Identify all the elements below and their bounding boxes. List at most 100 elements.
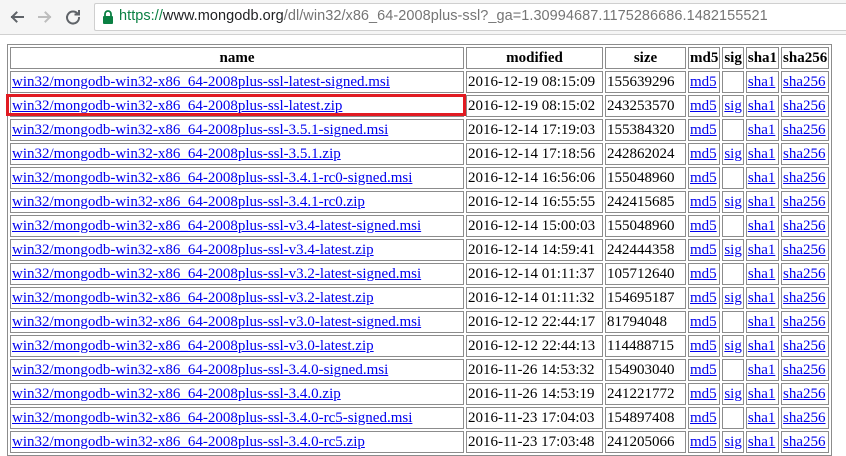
sha256-link[interactable]: sha256 xyxy=(783,434,826,450)
md5-cell: md5 xyxy=(688,95,721,117)
file-link[interactable]: win32/mongodb-win32-x86_64-2008plus-ssl-… xyxy=(12,74,390,90)
sig-link[interactable]: sig xyxy=(724,194,742,210)
md5-link[interactable]: md5 xyxy=(690,290,717,306)
name-cell: win32/mongodb-win32-x86_64-2008plus-ssl-… xyxy=(10,191,464,213)
sha256-link[interactable]: sha256 xyxy=(783,266,826,282)
md5-link[interactable]: md5 xyxy=(690,170,717,186)
sha256-link[interactable]: sha256 xyxy=(783,170,826,186)
sha1-link[interactable]: sha1 xyxy=(748,410,776,426)
sig-link[interactable]: sig xyxy=(724,242,742,258)
file-link[interactable]: win32/mongodb-win32-x86_64-2008plus-ssl-… xyxy=(12,362,388,378)
sha256-link[interactable]: sha256 xyxy=(783,242,826,258)
sha256-cell: sha256 xyxy=(781,239,830,261)
table-row: win32/mongodb-win32-x86_64-2008plus-ssl-… xyxy=(10,143,830,165)
sha256-link[interactable]: sha256 xyxy=(783,122,826,138)
sha256-link[interactable]: sha256 xyxy=(783,74,826,90)
name-cell: win32/mongodb-win32-x86_64-2008plus-ssl-… xyxy=(10,383,464,405)
sha256-link[interactable]: sha256 xyxy=(783,146,826,162)
sha256-cell: sha256 xyxy=(781,119,830,141)
size-cell: 242415685 xyxy=(605,191,686,213)
file-link[interactable]: win32/mongodb-win32-x86_64-2008plus-ssl-… xyxy=(12,290,374,306)
sha1-link[interactable]: sha1 xyxy=(748,242,776,258)
sha256-cell: sha256 xyxy=(781,407,830,429)
sha256-link[interactable]: sha256 xyxy=(783,386,826,402)
file-link[interactable]: win32/mongodb-win32-x86_64-2008plus-ssl-… xyxy=(12,434,365,450)
sha256-link[interactable]: sha256 xyxy=(783,410,826,426)
forward-button[interactable] xyxy=(34,6,56,28)
md5-link[interactable]: md5 xyxy=(690,314,717,330)
file-link[interactable]: win32/mongodb-win32-x86_64-2008plus-ssl-… xyxy=(12,170,412,186)
md5-link[interactable]: md5 xyxy=(690,98,717,114)
md5-link[interactable]: md5 xyxy=(690,218,717,234)
table-row: win32/mongodb-win32-x86_64-2008plus-ssl-… xyxy=(10,287,830,309)
md5-link[interactable]: md5 xyxy=(690,410,717,426)
url-path: /dl/win32/x86_64-2008plus-ssl?_ga=1.3099… xyxy=(283,8,768,24)
file-link[interactable]: win32/mongodb-win32-x86_64-2008plus-ssl-… xyxy=(12,194,365,210)
sha1-link[interactable]: sha1 xyxy=(748,194,776,210)
sha256-link[interactable]: sha256 xyxy=(783,314,826,330)
sha1-link[interactable]: sha1 xyxy=(748,362,776,378)
sig-link[interactable]: sig xyxy=(724,290,742,306)
sha1-link[interactable]: sha1 xyxy=(748,74,776,90)
sig-link[interactable]: sig xyxy=(724,146,742,162)
sha256-link[interactable]: sha256 xyxy=(783,290,826,306)
file-link[interactable]: win32/mongodb-win32-x86_64-2008plus-ssl-… xyxy=(12,122,388,138)
sha256-link[interactable]: sha256 xyxy=(783,338,826,354)
sha1-link[interactable]: sha1 xyxy=(748,314,776,330)
file-link[interactable]: win32/mongodb-win32-x86_64-2008plus-ssl-… xyxy=(12,266,421,282)
sha256-link[interactable]: sha256 xyxy=(783,98,826,114)
sha1-cell: sha1 xyxy=(745,167,780,189)
sha256-link[interactable]: sha256 xyxy=(783,362,826,378)
sig-cell xyxy=(722,71,744,93)
reload-icon xyxy=(66,10,81,25)
sha256-link[interactable]: sha256 xyxy=(783,194,826,210)
sha1-link[interactable]: sha1 xyxy=(748,218,776,234)
file-link[interactable]: win32/mongodb-win32-x86_64-2008plus-ssl-… xyxy=(12,98,342,114)
file-link[interactable]: win32/mongodb-win32-x86_64-2008plus-ssl-… xyxy=(12,146,341,162)
md5-link[interactable]: md5 xyxy=(690,338,717,354)
sig-link[interactable]: sig xyxy=(724,98,742,114)
sha1-link[interactable]: sha1 xyxy=(748,266,776,282)
sig-cell: sig xyxy=(722,191,744,213)
back-button[interactable] xyxy=(6,6,28,28)
file-link[interactable]: win32/mongodb-win32-x86_64-2008plus-ssl-… xyxy=(12,338,374,354)
md5-link[interactable]: md5 xyxy=(690,386,717,402)
md5-link[interactable]: md5 xyxy=(690,74,717,90)
sig-link[interactable]: sig xyxy=(724,338,742,354)
sha1-link[interactable]: sha1 xyxy=(748,122,776,138)
reload-button[interactable] xyxy=(62,6,84,28)
sha1-link[interactable]: sha1 xyxy=(748,146,776,162)
lock-icon xyxy=(102,10,114,29)
sha256-link[interactable]: sha256 xyxy=(783,218,826,234)
file-link[interactable]: win32/mongodb-win32-x86_64-2008plus-ssl-… xyxy=(12,410,412,426)
md5-link[interactable]: md5 xyxy=(690,122,717,138)
md5-link[interactable]: md5 xyxy=(690,242,717,258)
md5-cell: md5 xyxy=(688,119,721,141)
sha1-link[interactable]: sha1 xyxy=(748,170,776,186)
file-link[interactable]: win32/mongodb-win32-x86_64-2008plus-ssl-… xyxy=(12,242,374,258)
sha1-link[interactable]: sha1 xyxy=(748,290,776,306)
table-row: win32/mongodb-win32-x86_64-2008plus-ssl-… xyxy=(10,215,830,237)
table-row: win32/mongodb-win32-x86_64-2008plus-ssl-… xyxy=(10,431,830,453)
sha1-link[interactable]: sha1 xyxy=(748,386,776,402)
name-cell: win32/mongodb-win32-x86_64-2008plus-ssl-… xyxy=(10,215,464,237)
file-link[interactable]: win32/mongodb-win32-x86_64-2008plus-ssl-… xyxy=(12,218,421,234)
sig-link[interactable]: sig xyxy=(724,386,742,402)
md5-link[interactable]: md5 xyxy=(690,146,717,162)
sha1-link[interactable]: sha1 xyxy=(748,338,776,354)
md5-link[interactable]: md5 xyxy=(690,194,717,210)
sig-link[interactable]: sig xyxy=(724,434,742,450)
sha1-link[interactable]: sha1 xyxy=(748,98,776,114)
md5-link[interactable]: md5 xyxy=(690,362,717,378)
name-cell: win32/mongodb-win32-x86_64-2008plus-ssl-… xyxy=(10,359,464,381)
md5-link[interactable]: md5 xyxy=(690,266,717,282)
address-bar[interactable]: https://www.mongodb.org/dl/win32/x86_64-… xyxy=(94,3,846,31)
table-row: win32/mongodb-win32-x86_64-2008plus-ssl-… xyxy=(10,335,830,357)
sha1-cell: sha1 xyxy=(745,71,780,93)
sha256-cell: sha256 xyxy=(781,215,830,237)
md5-link[interactable]: md5 xyxy=(690,434,717,450)
size-cell: 241205066 xyxy=(605,431,686,453)
sha1-link[interactable]: sha1 xyxy=(748,434,776,450)
file-link[interactable]: win32/mongodb-win32-x86_64-2008plus-ssl-… xyxy=(12,314,421,330)
file-link[interactable]: win32/mongodb-win32-x86_64-2008plus-ssl-… xyxy=(12,386,341,402)
